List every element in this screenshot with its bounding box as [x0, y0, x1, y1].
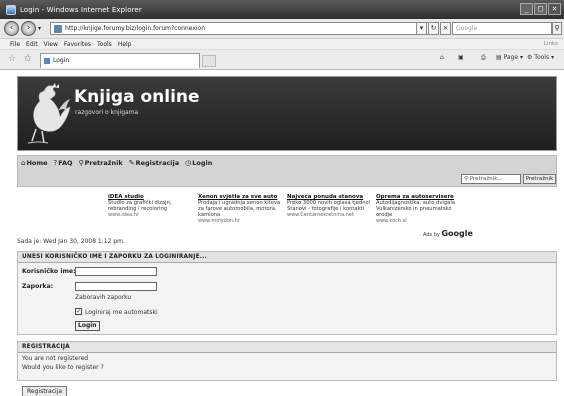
address-bar[interactable]: http://knjige.forumy.biz/login.forum?con…	[50, 22, 438, 35]
register-question-text: Would you like to register ?	[22, 364, 104, 371]
site-banner: Knjiga online razgovori o knjigama	[17, 76, 557, 151]
nav-search[interactable]: ⚲ Pretražnik	[79, 159, 123, 167]
password-label: Zaporka:	[22, 283, 54, 290]
close-button[interactable]: ×	[548, 3, 561, 15]
login-panel: UNESI KORISNIČKO IME I ZAPORKU ZA LOGINI…	[17, 251, 557, 335]
rooster-logo-icon	[27, 83, 71, 144]
window-titlebar: Login - Windows Internet Explorer _ □ ×	[0, 0, 564, 19]
tools-menu[interactable]: ⚙ Tools ▾	[527, 54, 554, 61]
menu-favorites[interactable]: Favorites	[64, 41, 91, 48]
back-button[interactable]: ‹	[4, 21, 19, 36]
password-field[interactable]	[75, 282, 157, 291]
register-button[interactable]: Registracija	[22, 386, 67, 396]
register-panel: REGISTRACIJA You are not registered Woul…	[17, 341, 557, 381]
menu-help[interactable]: Help	[118, 41, 132, 48]
forward-button[interactable]: ›	[21, 21, 36, 36]
page-viewport: Knjiga online razgovori o knjigama ⌂ Home…	[0, 71, 564, 396]
search-icon: ⚲	[78, 159, 84, 167]
login-button[interactable]: Login	[75, 321, 100, 331]
nav-home[interactable]: ⌂ Home	[21, 159, 48, 167]
forgot-password-link[interactable]: Zaboravih zaporku	[75, 294, 131, 301]
login-icon: ◷	[185, 159, 192, 167]
stop-icon[interactable]: ×	[440, 22, 451, 35]
print-icon[interactable]: ⎙	[481, 54, 486, 62]
nav-faq[interactable]: ? FAQ	[54, 159, 73, 167]
forum-search-input[interactable]: ⚲ Pretražnik...	[461, 174, 521, 184]
forum-navbar: ⌂ Home ? FAQ ⚲ Pretražnik ✎ Registracija ◷ Lo…	[17, 155, 557, 187]
tab-label: Login	[53, 57, 70, 64]
page-menu[interactable]: ▤ Page ▾	[496, 54, 523, 61]
menu-view[interactable]: View	[44, 41, 58, 48]
ad-item[interactable]: Oprema za autoservisere Autodijagnostika…	[376, 194, 460, 224]
nav-login[interactable]: ◷ Login	[185, 159, 212, 167]
minimize-button[interactable]: _	[520, 3, 533, 15]
menu-edit[interactable]: Edit	[26, 41, 38, 48]
username-field[interactable]	[75, 267, 157, 276]
register-panel-header: REGISTRACIJA	[18, 342, 556, 353]
tab-login[interactable]: Login	[40, 53, 200, 68]
not-registered-text: You are not registered	[22, 355, 89, 362]
ad-item[interactable]: iDEA studio Studio za grafički dizajn, r…	[108, 194, 192, 218]
new-tab-button[interactable]	[202, 55, 216, 67]
forum-search-button[interactable]: Pretražnik	[523, 174, 556, 184]
search-icon[interactable]: ⚲	[552, 22, 562, 35]
home-icon[interactable]: ⌂	[440, 54, 444, 61]
address-dropdown-icon[interactable]: ▾	[416, 22, 427, 35]
menu-file[interactable]: File	[10, 41, 20, 48]
site-title[interactable]: Knjiga online	[74, 87, 200, 107]
ad-item[interactable]: Xenon svjetla za sve auto Prodaja i ugra…	[198, 194, 282, 224]
tab-favicon-icon	[44, 58, 50, 64]
links-label[interactable]: Links	[544, 41, 558, 47]
history-dropdown-icon[interactable]: ▾	[38, 25, 41, 32]
refresh-icon[interactable]: ↻	[428, 22, 439, 35]
window-title: Login - Windows Internet Explorer	[20, 5, 142, 14]
ads-by-google[interactable]: Ads by Google	[423, 229, 473, 238]
register-icon: ✎	[128, 159, 135, 167]
username-label: Korisničko ime:	[22, 268, 76, 275]
auto-login-checkbox[interactable]: ✓	[75, 308, 82, 315]
feeds-icon[interactable]: ▣	[458, 54, 464, 61]
browser-search-input[interactable]: Google	[452, 22, 552, 35]
ad-block: iDEA studio Studio za grafički dizajn, r…	[108, 194, 478, 232]
current-time: Sada je: Wed Jan 30, 2008 1:12 pm.	[17, 238, 125, 245]
nav-register[interactable]: ✎ Registracija	[129, 159, 179, 167]
tab-bar: ☆ ✩ Login ⌂ ▣ ⎙ ▤ Page ▾ ⚙ Tools ▾	[0, 50, 564, 70]
ie-icon	[6, 4, 16, 15]
address-url: http://knjige.forumy.biz/login.forum?con…	[65, 25, 206, 32]
menu-bar: File Edit View Favorites Tools Help Link…	[0, 39, 564, 50]
menu-tools[interactable]: Tools	[97, 41, 112, 48]
site-subtitle: razgovori o knjigama	[75, 109, 139, 116]
page-favicon-icon	[54, 25, 62, 33]
auto-login-label: Loginiraj me automatski	[85, 309, 158, 316]
maximize-button[interactable]: □	[534, 3, 547, 15]
add-favorite-icon[interactable]: ✩	[24, 54, 32, 64]
favorites-star-icon[interactable]: ☆	[8, 54, 16, 64]
address-toolbar: ‹ › ▾ http://knjige.forumy.biz/login.for…	[0, 19, 564, 39]
home-icon: ⌂	[21, 159, 26, 167]
login-panel-header: UNESI KORISNIČKO IME I ZAPORKU ZA LOGINI…	[18, 252, 556, 263]
ad-item[interactable]: Najveća ponuda stanova Preko 3000 novih …	[287, 194, 371, 218]
faq-icon: ?	[53, 159, 58, 167]
